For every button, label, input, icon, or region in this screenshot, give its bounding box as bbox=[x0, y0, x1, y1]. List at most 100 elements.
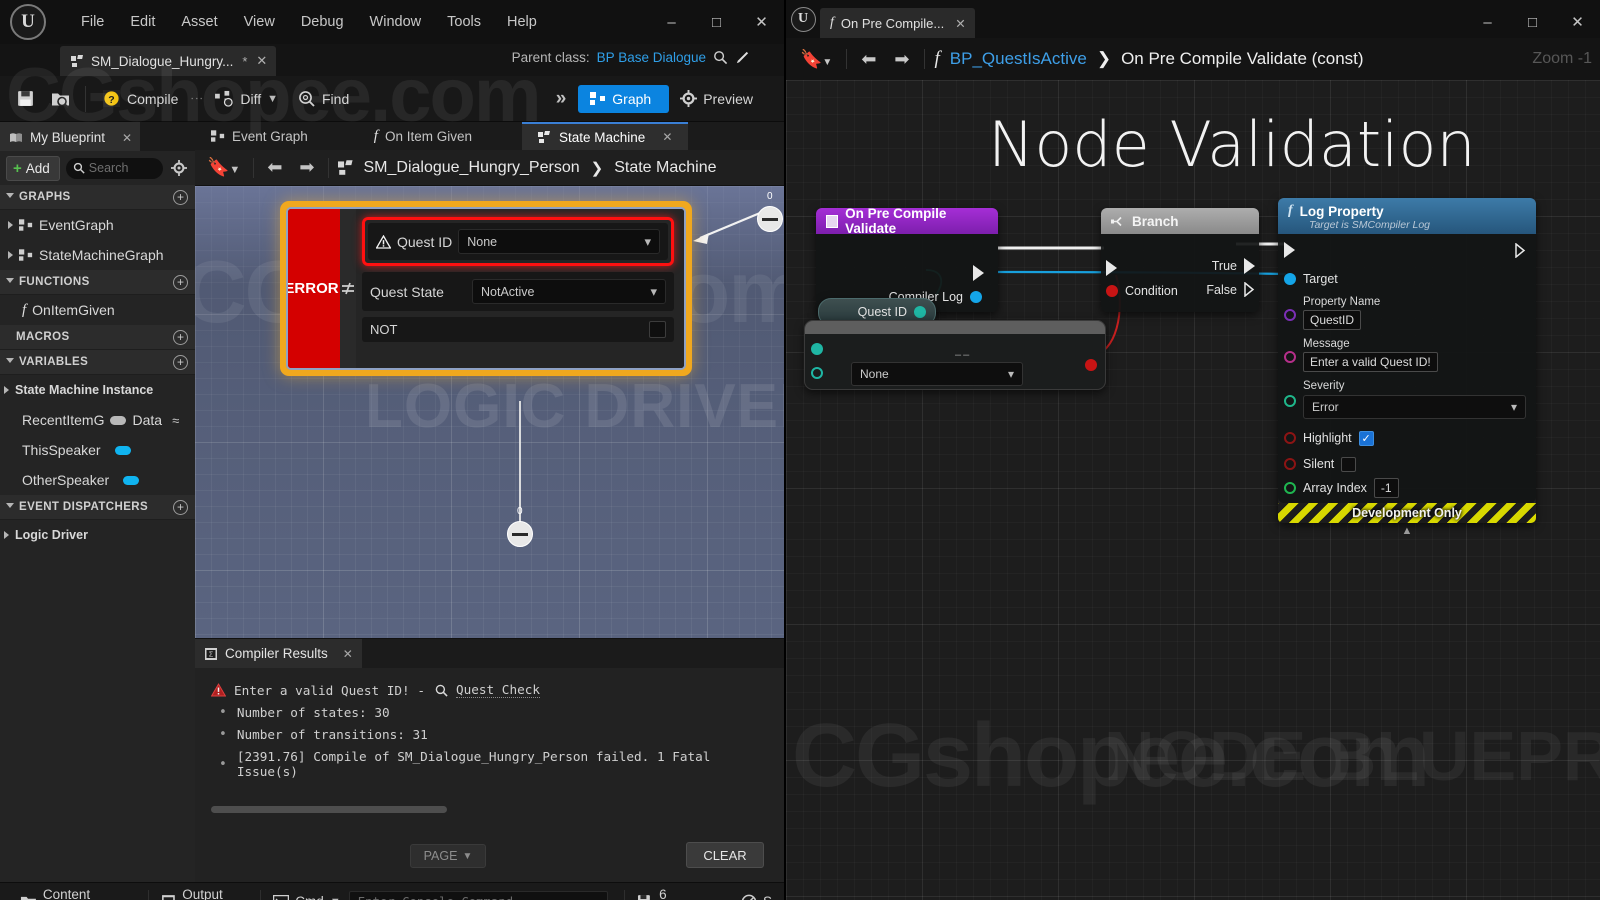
back-button[interactable]: ⬅ bbox=[263, 157, 286, 178]
search-input[interactable]: Search bbox=[66, 158, 163, 179]
horizontal-scrollbar[interactable] bbox=[211, 806, 447, 813]
section-header-macros[interactable]: MACROS + bbox=[0, 325, 195, 350]
output-log-button[interactable]: Output Log bbox=[149, 883, 260, 900]
property-row-quest-state[interactable]: Quest State NotActive ▾ bbox=[362, 272, 674, 311]
my-blueprint-close-icon[interactable]: ✕ bbox=[122, 131, 132, 145]
cmd-selector[interactable]: Cmd ▼ bbox=[261, 883, 344, 900]
clear-button[interactable]: CLEAR bbox=[686, 842, 764, 868]
pin-dot-in-ring[interactable] bbox=[811, 367, 823, 379]
console-command-input[interactable]: Enter Console Command bbox=[349, 891, 609, 900]
right-asset-tab[interactable]: f On Pre Compile... ✕ bbox=[820, 8, 975, 38]
unsaved-indicator[interactable]: 6 Unsaved bbox=[625, 883, 735, 900]
pin-target[interactable]: Target bbox=[1278, 266, 1536, 292]
menu-file[interactable]: File bbox=[68, 9, 117, 35]
node-log-property[interactable]: f Log Property Target is SMCompiler Log bbox=[1278, 198, 1536, 523]
pin-dot-quest-id[interactable] bbox=[914, 306, 926, 318]
breadcrumb-root[interactable]: SM_Dialogue_Hungry_Person bbox=[364, 159, 580, 177]
pin-severity[interactable]: Severity Error ▾ bbox=[1278, 374, 1536, 421]
compile-button[interactable]: ? Compile bbox=[93, 84, 187, 113]
pin-condition[interactable]: Condition bbox=[1106, 284, 1178, 298]
compiler-entry-link[interactable]: Quest Check bbox=[456, 682, 540, 698]
pin-dot-compiler-log[interactable] bbox=[970, 291, 982, 303]
browse-icon[interactable] bbox=[44, 82, 78, 116]
input-property-name[interactable]: QuestID bbox=[1303, 310, 1361, 330]
state-node-error[interactable]: ERROR! bbox=[280, 201, 692, 376]
pin-array-index[interactable]: Array Index -1 bbox=[1278, 477, 1536, 503]
tab-my-blueprint[interactable]: My Blueprint ✕ bbox=[0, 122, 140, 151]
node-branch[interactable]: Branch Condition True False bbox=[1101, 208, 1259, 312]
pin-dot-in-teal[interactable] bbox=[811, 343, 823, 355]
tab-close-icon[interactable]: ✕ bbox=[662, 130, 672, 144]
content-drawer-button[interactable]: Content Drawer bbox=[8, 883, 148, 900]
search-icon[interactable] bbox=[713, 50, 728, 65]
pin-dot-out-red[interactable] bbox=[1085, 359, 1097, 371]
parent-class-value[interactable]: BP Base Dialogue bbox=[597, 50, 706, 65]
find-button[interactable]: Find bbox=[289, 85, 358, 113]
node-pure-compare[interactable]: None ▾ –– bbox=[804, 320, 1106, 390]
compile-options-icon[interactable]: ⋮ bbox=[189, 92, 204, 105]
compiler-entry-error[interactable]: Enter a valid Quest ID! - Quest Check bbox=[211, 682, 768, 698]
pin-true[interactable]: True bbox=[1212, 258, 1255, 274]
menu-window[interactable]: Window bbox=[357, 9, 435, 35]
state-machine-canvas[interactable]: LOGIC DRIVER CGshopee.com 0 bbox=[195, 186, 784, 638]
pin-property-name[interactable]: Property Name QuestID bbox=[1278, 292, 1536, 332]
right-asset-tab-close-icon[interactable]: ✕ bbox=[955, 16, 965, 31]
node-collapse-chevron-icon[interactable]: ▲ bbox=[1402, 525, 1413, 537]
section-header-variables[interactable]: VARIABLES + bbox=[0, 350, 195, 375]
add-variable-icon[interactable]: + bbox=[173, 355, 188, 370]
dropdown-severity[interactable]: Error ▾ bbox=[1303, 395, 1526, 419]
bookmark-icon[interactable]: 🔖▼ bbox=[203, 157, 244, 178]
menu-edit[interactable]: Edit bbox=[117, 9, 168, 35]
sidebar-item-onitemgiven[interactable]: f OnItemGiven bbox=[0, 295, 195, 325]
pin-silent[interactable]: Silent bbox=[1278, 451, 1536, 477]
asset-tab[interactable]: SM_Dialogue_Hungry... * ✕ bbox=[60, 46, 276, 76]
forward-button[interactable]: ➡ bbox=[890, 49, 913, 70]
input-message[interactable]: Enter a valid Quest ID! bbox=[1303, 352, 1438, 372]
asset-tab-close-icon[interactable]: ✕ bbox=[254, 53, 267, 69]
menu-debug[interactable]: Debug bbox=[288, 9, 357, 35]
checkbox-silent[interactable] bbox=[1341, 457, 1356, 472]
eye-visibility-icon[interactable]: ≈ bbox=[172, 413, 179, 428]
tab-on-item-given[interactable]: f On Item Given bbox=[358, 122, 488, 150]
add-macro-icon[interactable]: + bbox=[173, 330, 188, 345]
source-control-indicator[interactable]: S bbox=[735, 883, 784, 900]
blueprint-canvas[interactable]: Node Validation CGshopee.com NODE BLUEPR… bbox=[786, 80, 1600, 900]
pin-false[interactable]: False bbox=[1206, 282, 1255, 297]
property-row-not[interactable]: NOT bbox=[362, 317, 674, 342]
page-button[interactable]: PAGE ▼ bbox=[410, 844, 486, 868]
add-graph-icon[interactable]: + bbox=[173, 190, 188, 205]
transition-node[interactable] bbox=[757, 206, 783, 232]
close-button[interactable]: ✕ bbox=[739, 0, 784, 44]
section-header-event-dispatchers[interactable]: EVENT DISPATCHERS + bbox=[0, 495, 195, 520]
diff-button[interactable]: Diff ▼ bbox=[206, 85, 287, 112]
minimize-button[interactable]: – bbox=[649, 0, 694, 44]
pin-exec-in[interactable] bbox=[1106, 260, 1117, 276]
menu-help[interactable]: Help bbox=[494, 9, 550, 35]
maximize-button[interactable]: □ bbox=[694, 0, 739, 44]
dropdown-quest-id[interactable]: None ▾ bbox=[458, 229, 660, 254]
transition-node-2[interactable] bbox=[507, 521, 533, 547]
dropdown-none[interactable]: None ▾ bbox=[851, 362, 1023, 386]
menu-view[interactable]: View bbox=[231, 9, 288, 35]
sidebar-item-logic-driver[interactable]: Logic Driver bbox=[0, 520, 195, 550]
blueprint-settings-gear-icon[interactable] bbox=[169, 160, 189, 176]
pin-highlight[interactable]: Highlight ✓ bbox=[1278, 425, 1536, 451]
sidebar-item-otherspeaker[interactable]: OtherSpeaker bbox=[0, 465, 195, 495]
pin-exec-in[interactable] bbox=[1278, 242, 1536, 266]
toolbar-overflow-icon[interactable]: » bbox=[556, 88, 567, 110]
tab-compiler-results[interactable]: Σ Compiler Results ✕ bbox=[195, 639, 362, 668]
add-button[interactable]: + Add bbox=[6, 156, 60, 181]
add-dispatcher-icon[interactable]: + bbox=[173, 500, 188, 515]
checkbox-highlight[interactable]: ✓ bbox=[1359, 431, 1374, 446]
right-breadcrumb-root[interactable]: BP_QuestIsActive bbox=[950, 49, 1087, 69]
add-function-icon[interactable]: + bbox=[173, 275, 188, 290]
menu-asset[interactable]: Asset bbox=[168, 9, 230, 35]
preview-mode-button[interactable]: Preview bbox=[671, 85, 762, 112]
tab-event-graph[interactable]: Event Graph bbox=[195, 122, 324, 150]
sidebar-item-thisspeaker[interactable]: ThisSpeaker bbox=[0, 435, 195, 465]
pin-message[interactable]: Message Enter a valid Quest ID! bbox=[1278, 332, 1536, 374]
forward-button[interactable]: ➡ bbox=[295, 157, 318, 178]
section-header-graphs[interactable]: GRAPHS + bbox=[0, 185, 195, 210]
sidebar-item-recentitem[interactable]: RecentItemG Data ≈ bbox=[0, 405, 195, 435]
section-header-functions[interactable]: FUNCTIONS + bbox=[0, 270, 195, 295]
